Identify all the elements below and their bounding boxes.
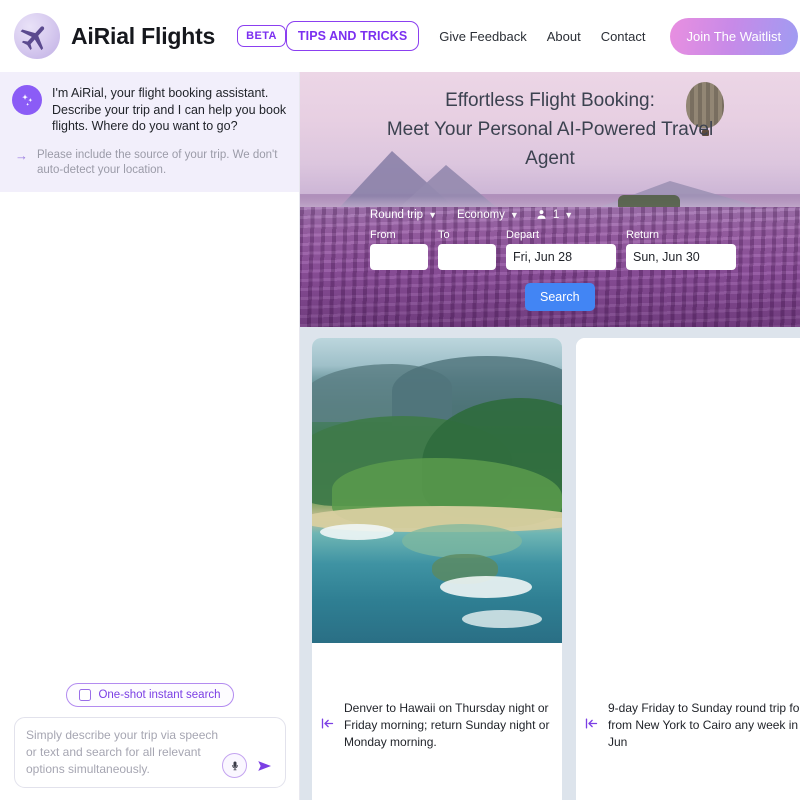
one-shot-label: One-shot instant search bbox=[98, 689, 221, 701]
chevron-down-icon: ▼ bbox=[428, 209, 437, 220]
beta-badge: BETA bbox=[237, 25, 286, 47]
hero-title-line3: Agent bbox=[525, 148, 575, 169]
main-nav: TIPS AND TRICKS Give Feedback About Cont… bbox=[285, 17, 799, 55]
search-fields-row: From To Depart Fri, Jun 28 Return Sun, J… bbox=[370, 229, 770, 270]
suggestion-card[interactable]: Denver to Hawaii on Thursday night or Fr… bbox=[312, 338, 562, 800]
return-input[interactable]: Sun, Jun 30 bbox=[626, 244, 736, 270]
jump-to-start-icon[interactable] bbox=[584, 716, 599, 736]
cabin-class-selector[interactable]: Economy ▼ bbox=[457, 209, 519, 221]
chevron-down-icon: ▼ bbox=[509, 209, 519, 220]
trip-description-input[interactable]: Simply describe your trip via speech or … bbox=[14, 717, 286, 788]
passenger-count: 1 bbox=[552, 208, 560, 221]
card-image-blank bbox=[576, 338, 800, 643]
suggestion-card[interactable]: 9-day Friday to Sunday round trip for 2 … bbox=[576, 338, 800, 800]
card-body: 9-day Friday to Sunday round trip for 2 … bbox=[576, 643, 800, 800]
depart-label: Depart bbox=[506, 229, 540, 241]
suggestion-cards: Denver to Hawaii on Thursday night or Fr… bbox=[312, 338, 800, 800]
from-input[interactable] bbox=[370, 244, 428, 270]
reef-shape bbox=[402, 524, 522, 558]
surf-shape bbox=[320, 524, 394, 540]
chevron-down-icon: ▼ bbox=[564, 209, 574, 220]
assistant-row: I'm AiRial, your flight booking assistan… bbox=[12, 84, 287, 135]
chat-sidebar: I'm AiRial, your flight booking assistan… bbox=[0, 72, 300, 800]
card-text: Denver to Hawaii on Thursday night or Fr… bbox=[344, 701, 550, 749]
join-waitlist-button[interactable]: Join The Waitlist bbox=[669, 17, 799, 55]
to-input[interactable] bbox=[438, 244, 496, 270]
sparkle-icon bbox=[12, 85, 42, 115]
brand-name: AiRial Flights bbox=[71, 22, 216, 49]
search-options-row: Round trip ▼ Economy ▼ 1 ▼ bbox=[370, 208, 770, 221]
composer-placeholder-text: Simply describe your trip via speech or … bbox=[26, 728, 219, 776]
microphone-icon[interactable] bbox=[222, 753, 247, 778]
brand[interactable]: AiRial Flights bbox=[14, 13, 215, 59]
card-body: Denver to Hawaii on Thursday night or Fr… bbox=[312, 643, 562, 800]
arrow-right-icon: → bbox=[15, 147, 28, 163]
card-text: 9-day Friday to Sunday round trip for 2 … bbox=[608, 701, 800, 749]
hero-title: Effortless Flight Booking: Meet Your Per… bbox=[300, 86, 800, 173]
assistant-hint: → Please include the source of your trip… bbox=[12, 148, 287, 178]
assistant-message-block: I'm AiRial, your flight booking assistan… bbox=[0, 72, 299, 192]
airplane-icon bbox=[14, 13, 60, 59]
depart-input[interactable]: Fri, Jun 28 bbox=[506, 244, 616, 270]
composer-actions bbox=[222, 753, 276, 778]
to-field: To bbox=[438, 229, 496, 270]
top-header: AiRial Flights BETA TIPS AND TRICKS Give… bbox=[0, 0, 800, 72]
one-shot-checkbox[interactable] bbox=[79, 689, 92, 701]
nav-link-about[interactable]: About bbox=[547, 29, 581, 44]
passenger-selector[interactable]: 1 ▼ bbox=[535, 208, 573, 221]
search-button[interactable]: Search bbox=[525, 283, 595, 311]
trip-type-value: Round trip bbox=[370, 208, 424, 221]
composer-area: One-shot instant search Simply describe … bbox=[0, 683, 300, 800]
jump-to-start-icon[interactable] bbox=[320, 716, 335, 736]
trip-type-selector[interactable]: Round trip ▼ bbox=[370, 209, 437, 221]
one-shot-instant-search-toggle[interactable]: One-shot instant search bbox=[66, 683, 234, 707]
depart-field: Depart Fri, Jun 28 bbox=[506, 229, 616, 270]
app-root: AiRial Flights BETA TIPS AND TRICKS Give… bbox=[0, 0, 800, 800]
assistant-message-text: I'm AiRial, your flight booking assistan… bbox=[52, 86, 287, 133]
send-arrow-icon[interactable] bbox=[254, 757, 276, 775]
cabin-class-value: Economy bbox=[456, 208, 505, 221]
hawaii-photo bbox=[312, 338, 562, 643]
assistant-hint-text: Please include the source of your trip. … bbox=[37, 148, 278, 176]
from-field: From bbox=[370, 229, 428, 270]
surf-shape bbox=[440, 576, 532, 598]
card-image-hawaii bbox=[312, 338, 562, 643]
hero-title-line1: Effortless Flight Booking: bbox=[445, 90, 655, 111]
tips-and-tricks-button[interactable]: TIPS AND TRICKS bbox=[285, 21, 420, 51]
to-label: To bbox=[438, 229, 450, 241]
person-icon bbox=[537, 210, 546, 219]
surf-shape bbox=[462, 610, 542, 628]
nav-link-contact[interactable]: Contact bbox=[601, 29, 646, 44]
from-label: From bbox=[370, 229, 396, 241]
return-field: Return Sun, Jun 30 bbox=[626, 229, 736, 270]
hero-banner: Effortless Flight Booking: Meet Your Per… bbox=[300, 72, 800, 327]
nav-link-give-feedback[interactable]: Give Feedback bbox=[439, 29, 526, 44]
flight-search-widget: Round trip ▼ Economy ▼ 1 ▼ From To Depar… bbox=[370, 208, 770, 311]
content-panel: Effortless Flight Booking: Meet Your Per… bbox=[300, 72, 800, 800]
hero-title-line2: Meet Your Personal AI-Powered Travel bbox=[386, 119, 714, 140]
return-label: Return bbox=[626, 229, 660, 241]
